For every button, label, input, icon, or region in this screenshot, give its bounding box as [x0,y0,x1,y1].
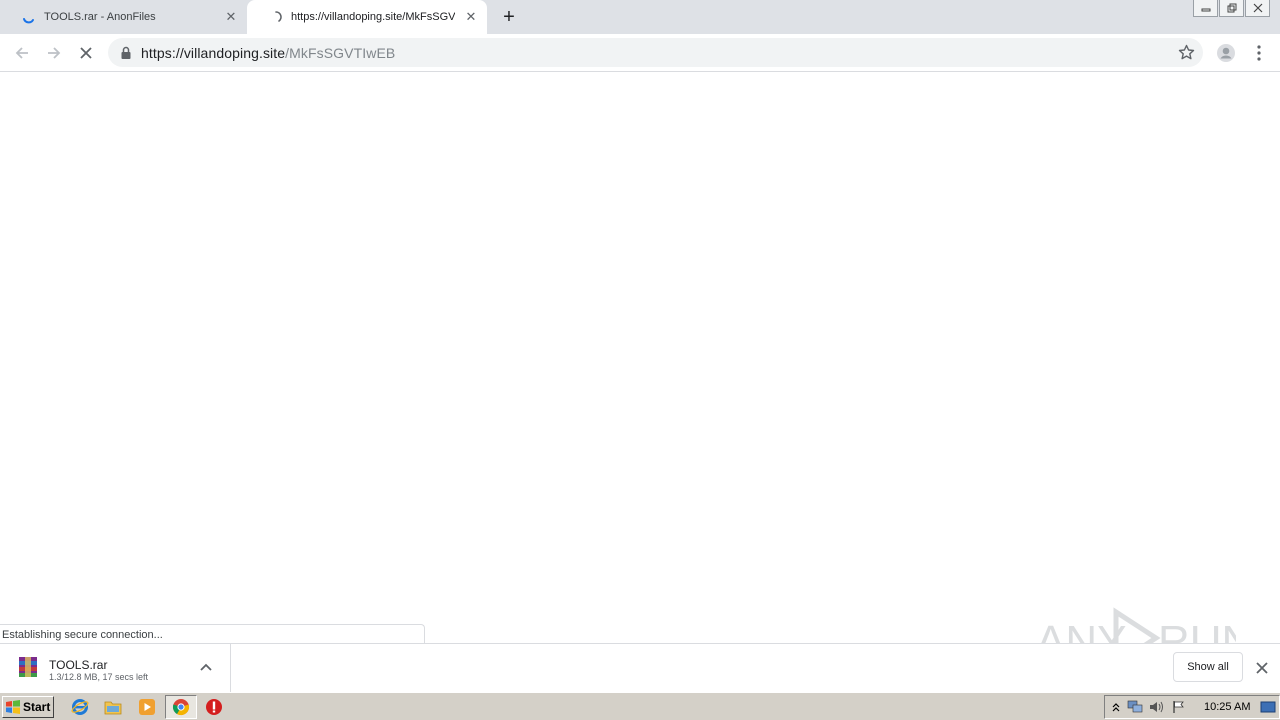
restore-button[interactable] [1219,0,1244,17]
browser-toolbar: https://villandoping.site/MkFsSGVTIwEB [0,34,1280,72]
close-icon [1253,3,1262,13]
windows-logo-icon [6,700,20,714]
internet-explorer-icon[interactable] [70,697,90,717]
media-player-icon[interactable] [137,697,157,717]
url-host: https://villandoping.site [141,44,286,61]
media-glyph [139,699,155,715]
ie-glyph [71,699,89,715]
new-tab-button[interactable]: + [497,5,521,29]
chrome-icon[interactable] [171,697,191,717]
chevron-up-icon[interactable] [198,660,214,676]
arrow-left-icon [15,47,28,59]
loading-spinner-icon [23,18,34,24]
opera-stop-icon[interactable] [204,697,224,717]
tab-title: https://villandoping.site/MkFsSGVTI [291,11,455,23]
volume-icon[interactable] [1149,699,1165,715]
close-window-button[interactable] [1245,0,1270,17]
window-controls [1192,0,1270,18]
minimize-icon [1201,8,1210,12]
address-bar[interactable]: https://villandoping.site/MkFsSGVTIwEB [108,38,1203,67]
red-circle-glyph [206,699,222,715]
flag-glyph [1173,701,1184,713]
chevron-up-icon [1112,703,1120,712]
taskbar-clock[interactable]: 10:25 AM [1204,701,1250,713]
windows-taskbar: Start 10:25 AM [0,692,1280,720]
arrow-right-icon [48,47,61,59]
speaker-glyph [1150,701,1163,713]
page-content [0,72,1280,644]
network-glyph [1127,700,1143,713]
url-path: /MkFsSGVTIwEB [285,44,396,61]
close-icon[interactable]: ✕ [223,9,239,25]
bookmark-star-icon[interactable] [1178,44,1195,61]
stop-x-icon [80,47,92,59]
status-bubble: Establishing secure connection... [0,624,425,644]
start-button[interactable]: Start [2,696,54,718]
chrome-glyph [172,699,190,716]
menu-button[interactable] [1247,41,1271,65]
close-icon[interactable]: ✕ [463,9,479,25]
close-shelf-button[interactable] [1253,659,1271,677]
minimize-button[interactable] [1193,0,1218,17]
tab-strip: TOOLS.rar - AnonFiles ✕ https://villando… [0,0,1280,34]
download-filename: TOOLS.rar [49,658,108,672]
action-center-flag-icon[interactable] [1171,699,1187,715]
url-text: https://villandoping.site/MkFsSGVTIwEB [141,45,395,61]
account-avatar-icon [1217,44,1235,62]
lock-icon [121,46,131,59]
profile-button[interactable] [1214,41,1238,65]
stop-button[interactable] [74,41,98,65]
close-icon [1256,662,1268,674]
screen: TOOLS.rar - AnonFiles ✕ https://villando… [0,0,1280,720]
download-shelf: TOOLS.rar 1.3/12.8 MB, 17 secs left Show… [0,643,1280,692]
download-item[interactable]: TOOLS.rar 1.3/12.8 MB, 17 secs left [0,644,231,692]
folder-glyph [104,701,122,715]
show-hidden-icons-icon[interactable] [1108,699,1124,715]
show-all-button[interactable]: Show all [1173,652,1243,682]
kebab-menu-icon [1257,45,1261,61]
back-button[interactable] [10,41,34,65]
desktop-glyph [1260,701,1276,713]
forward-button[interactable] [42,41,66,65]
show-desktop-icon[interactable] [1260,699,1276,715]
tab-villandoping[interactable]: https://villandoping.site/MkFsSGVTI ✕ [247,0,487,34]
network-icon[interactable] [1127,699,1143,715]
winrar-archive-icon [19,657,37,677]
loading-spinner-icon [275,11,282,22]
tab-title: TOOLS.rar - AnonFiles [44,11,156,23]
start-label: Start [23,700,51,714]
download-status: 1.3/12.8 MB, 17 secs left [49,672,149,682]
restore-icon [1227,3,1236,13]
tab-anonfiles[interactable]: TOOLS.rar - AnonFiles ✕ [0,0,247,34]
file-explorer-icon[interactable] [103,697,123,717]
system-tray: 10:25 AM [1104,695,1280,719]
